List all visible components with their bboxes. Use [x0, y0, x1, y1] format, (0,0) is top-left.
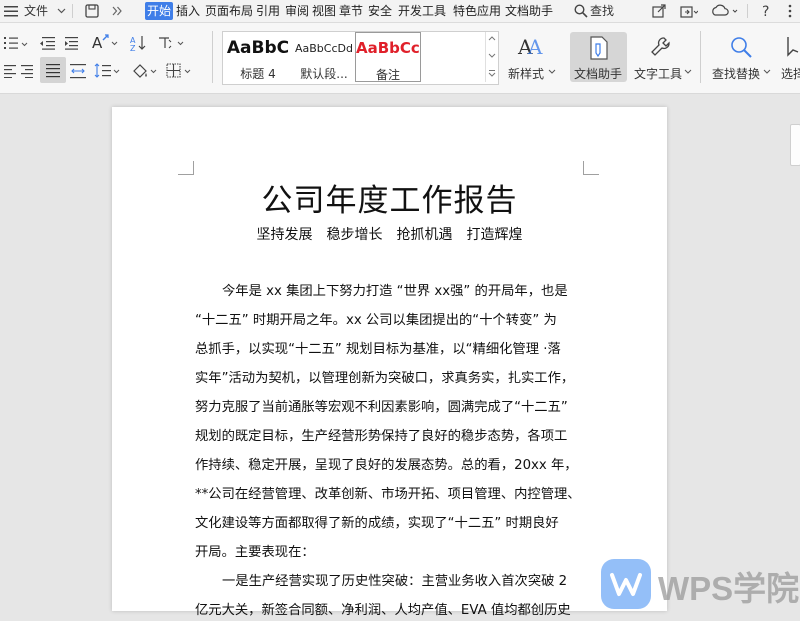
tab-page-layout[interactable]: 页面布局: [205, 2, 253, 20]
menu-bar: 文件 开始 插入 页面布局 引用 审阅 视图 章节 安全 开发工具 特色应用 文…: [0, 0, 800, 23]
paragraph-line[interactable]: **公司在经营管理、改革创新、市场开拓、项目管理、内控管理、: [195, 485, 585, 505]
document-page[interactable]: 公司年度工作报告 坚持发展 稳步增长 抢抓机遇 打造辉煌 今年是 xx 集团上下…: [112, 107, 667, 618]
tab-review[interactable]: 审阅: [285, 2, 309, 20]
find-replace-icon[interactable]: [729, 35, 753, 59]
document-subtitle[interactable]: 坚持发展 稳步增长 抢抓机遇 打造辉煌: [112, 224, 667, 244]
watermark-text: WPS学院: [658, 570, 800, 607]
save-icon[interactable]: [85, 4, 99, 18]
paragraph-line[interactable]: 文化建设等方面都取得了新的成绩，实现了“十二五” 时期良好: [195, 514, 585, 534]
wrench-icon[interactable]: [650, 36, 672, 58]
show-hide-marks-icon[interactable]: [156, 35, 188, 51]
borders-icon[interactable]: [166, 63, 196, 79]
file-menu[interactable]: 文件: [24, 0, 48, 22]
tab-doc-assistant[interactable]: 文档助手: [505, 2, 553, 20]
scrollbar-thumb[interactable]: [790, 124, 800, 166]
export-icon[interactable]: [680, 4, 698, 18]
crop-mark-top-left: [178, 161, 194, 175]
chevron-down-icon[interactable]: [684, 69, 692, 75]
style-default-paragraph[interactable]: AaBbCcDd 默认段...: [293, 32, 355, 82]
document-title[interactable]: 公司年度工作报告: [112, 175, 667, 220]
style-note[interactable]: AaBbCcI 备注: [355, 32, 421, 82]
svg-text:Z: Z: [130, 44, 136, 51]
more-options-icon[interactable]: [788, 4, 792, 18]
paragraph-line[interactable]: 努力克服了当前通胀等宏观不利因素影响，圆满完成了“十二五”: [195, 398, 585, 418]
svg-text:?: ?: [762, 4, 769, 19]
new-style-label[interactable]: 新样式: [508, 65, 544, 82]
svg-text:A: A: [527, 35, 543, 59]
numbered-list-icon[interactable]: [4, 36, 34, 50]
sort-icon[interactable]: AZ: [130, 35, 148, 51]
tab-view[interactable]: 视图: [312, 2, 336, 20]
text-direction-icon[interactable]: A: [92, 34, 122, 52]
chevron-down-icon[interactable]: [57, 8, 66, 14]
wps-academy-watermark: WPS学院: [600, 558, 799, 611]
styles-scrollbar[interactable]: [485, 32, 498, 82]
paragraph-line[interactable]: 一是生产经营实现了历史性突破：主营业务收入首次突破 2: [222, 572, 612, 592]
shading-icon[interactable]: [131, 62, 161, 80]
ribbon-toolbar: A AZ AaBbC 标题 4 AaBbCcDd 默认段... AaBbCcI …: [0, 23, 800, 94]
doc-assistant-button[interactable]: 文档助手: [570, 32, 627, 82]
vertical-scrollbar[interactable]: [789, 94, 800, 611]
paragraph-line[interactable]: 总抓手，以实现“十二五” 规划目标为基准，以“精细化管理 ·落: [195, 340, 585, 360]
help-icon[interactable]: ?: [760, 3, 774, 19]
distributed-align-icon[interactable]: [70, 63, 86, 79]
paragraph-line[interactable]: 今年是 xx 集团上下努力打造 “世界 xx强” 的开局年，也是: [222, 282, 612, 302]
paragraph-line[interactable]: 规划的既定目标，生产经营形势保持了良好的稳步态势，各项工: [195, 427, 585, 447]
justify-icon[interactable]: [40, 57, 66, 83]
tab-security[interactable]: 安全: [368, 2, 392, 20]
cloud-sync-icon[interactable]: [711, 4, 739, 18]
wps-logo-icon: [600, 558, 652, 610]
paragraph-line[interactable]: 开局。主要表现在：: [195, 543, 585, 563]
search-label[interactable]: 查找: [590, 0, 614, 22]
tab-special-apps[interactable]: 特色应用: [453, 2, 501, 20]
more-chevrons-icon[interactable]: [112, 6, 122, 16]
svg-text:A: A: [92, 34, 103, 52]
paragraph-line[interactable]: “十二五” 时期开局之年。xx 公司以集团提出的“十个转变” 为: [195, 311, 585, 331]
new-style-icon[interactable]: AA: [517, 35, 543, 59]
paragraph-line[interactable]: 实年”活动为契机，以管理创新为突破口，求真务实，扎实工作，: [195, 369, 585, 389]
decrease-indent-icon[interactable]: [38, 36, 56, 50]
increase-indent-icon[interactable]: [64, 36, 82, 50]
style-heading-4[interactable]: AaBbC 标题 4: [223, 32, 293, 82]
tab-insert[interactable]: 插入: [176, 2, 200, 20]
align-left-icon[interactable]: [4, 64, 18, 78]
tab-references[interactable]: 引用: [256, 2, 280, 20]
tab-chapter[interactable]: 章节: [339, 2, 363, 20]
text-tools-label[interactable]: 文字工具: [634, 65, 682, 82]
tab-home[interactable]: 开始: [145, 2, 174, 20]
align-right-icon[interactable]: [20, 64, 34, 78]
styles-gallery: AaBbC 标题 4 AaBbCcDd 默认段... AaBbCcI 备注: [222, 31, 499, 85]
paragraph-line[interactable]: 亿元大关，新签合同额、净利润、人均产值、EVA 值均都创历史: [195, 601, 585, 621]
select-icon[interactable]: [786, 35, 800, 59]
search-icon[interactable]: [574, 4, 588, 18]
tab-developer[interactable]: 开发工具: [398, 2, 446, 20]
line-spacing-icon[interactable]: [94, 62, 122, 80]
crop-mark-top-right: [583, 161, 599, 175]
chevron-down-icon[interactable]: [763, 69, 771, 75]
share-icon[interactable]: [652, 4, 666, 18]
find-replace-label[interactable]: 查找替换: [712, 65, 760, 82]
paragraph-line[interactable]: 作持续、稳定开展，呈现了良好的发展态势。总的看，20xx 年，: [195, 456, 585, 476]
doc-assistant-icon: [589, 36, 609, 60]
select-label[interactable]: 选择: [781, 65, 800, 82]
chevron-down-icon[interactable]: [548, 69, 556, 75]
hamburger-menu-icon[interactable]: [4, 5, 18, 17]
